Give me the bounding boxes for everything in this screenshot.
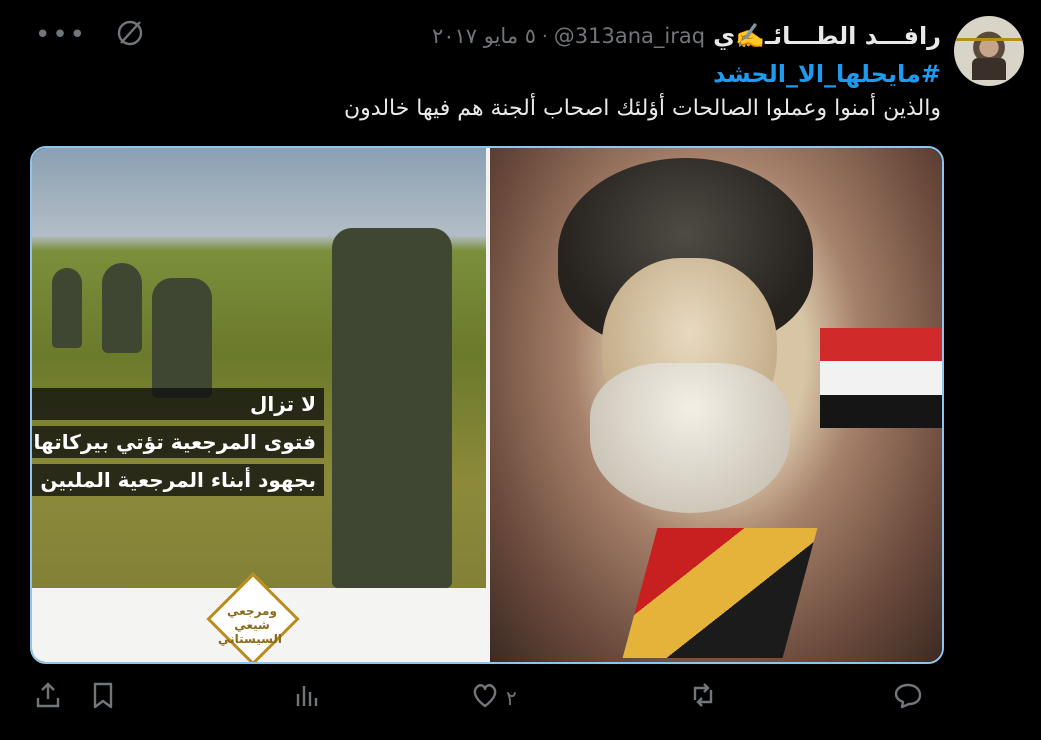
caption-line: بجهود أبناء المرجعية الملبين لها — [32, 464, 324, 496]
caption-line: فتوى المرجعية تؤتي بيركاتها — [32, 426, 324, 458]
media-photo-soldiers: لا تزال فتوى المرجعية تؤتي بيركاتها بجهو… — [32, 148, 486, 662]
grok-icon[interactable] — [115, 18, 145, 52]
avatar[interactable] — [954, 16, 1024, 86]
heart-icon — [470, 680, 500, 715]
bookmark-icon — [88, 680, 118, 715]
views-button[interactable] — [292, 680, 322, 715]
author-name[interactable]: رافـــد الطـــائـ✍️ي — [713, 22, 941, 50]
tweet-media[interactable]: لا تزال فتوى المرجعية تؤتي بيركاتها بجهو… — [30, 146, 944, 664]
tweet-text: والذين أمنوا وعملوا الصالحات أؤلئك اصحاب… — [343, 96, 941, 121]
timestamp[interactable]: ٥ مايو ٢٠١٧ — [432, 24, 536, 48]
reply-button[interactable] — [893, 680, 923, 715]
logo-text: ومرجعي شيعي السيستاني — [218, 604, 282, 646]
reply-icon — [893, 680, 923, 715]
flag — [820, 328, 942, 428]
caption-line: لا تزال — [32, 388, 324, 420]
action-bar: ٢ — [0, 680, 1041, 720]
like-count: ٢ — [506, 685, 517, 710]
share-button[interactable] — [33, 680, 63, 715]
share-icon — [33, 680, 63, 715]
media-caption: لا تزال فتوى المرجعية تؤتي بيركاتها بجهو… — [32, 388, 324, 502]
top-icons: ••• — [35, 18, 145, 52]
hashtag-link[interactable]: #مايحلها_الا_الحشد — [713, 60, 941, 88]
tweet: رافـــد الطـــائـ✍️ي @313ana_iraq · ٥ ما… — [0, 0, 1041, 740]
author-handle[interactable]: @313ana_iraq — [554, 24, 705, 48]
media-photo-portrait — [490, 148, 942, 662]
bookmark-button[interactable] — [88, 680, 118, 715]
like-button[interactable]: ٢ — [470, 680, 517, 715]
separator: · — [542, 25, 548, 47]
analytics-icon — [292, 680, 322, 715]
retweet-button[interactable] — [688, 680, 718, 715]
tweet-header: رافـــد الطـــائـ✍️ي @313ana_iraq · ٥ ما… — [81, 20, 941, 52]
retweet-icon — [688, 680, 718, 715]
more-icon[interactable]: ••• — [35, 22, 87, 48]
